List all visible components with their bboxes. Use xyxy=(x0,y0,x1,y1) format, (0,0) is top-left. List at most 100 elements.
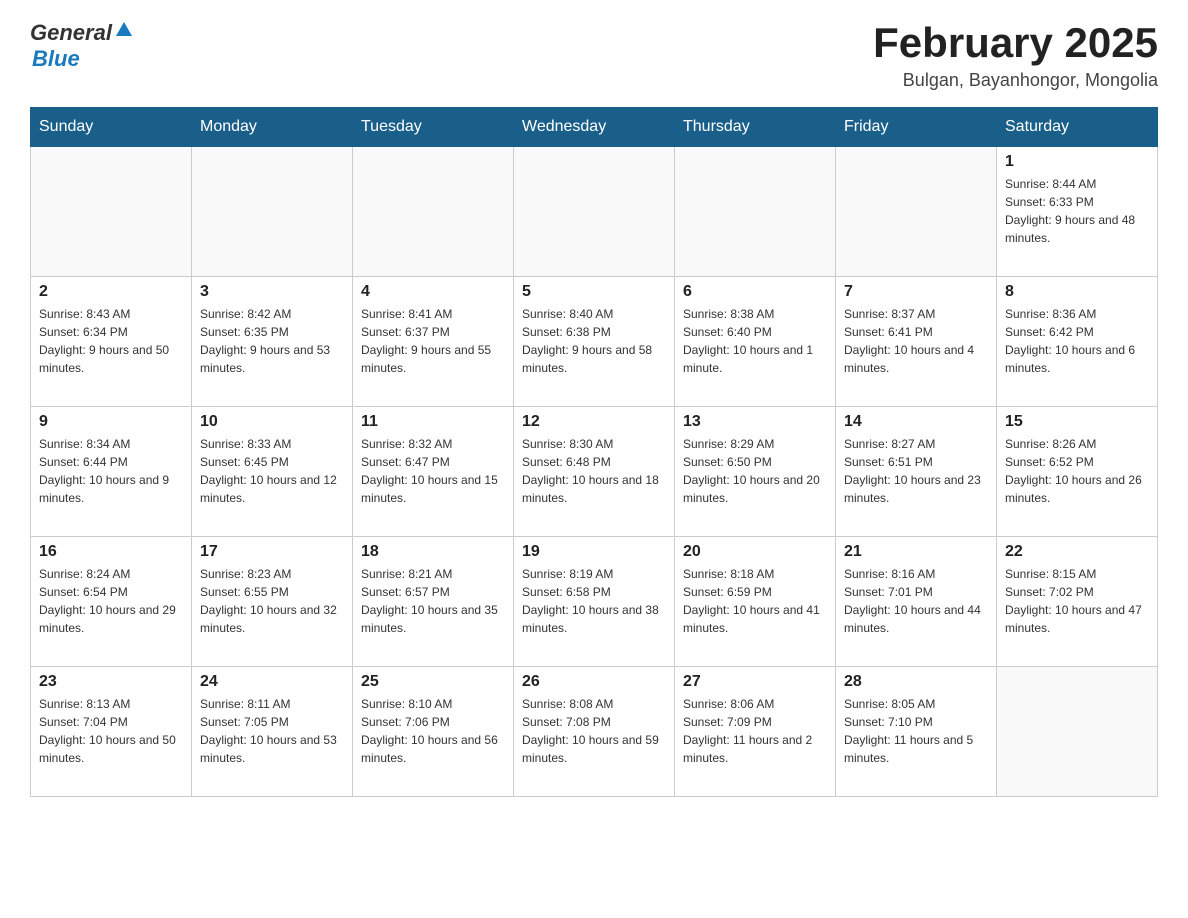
day-number: 12 xyxy=(522,413,666,431)
day-number: 17 xyxy=(200,543,344,561)
day-info: Sunrise: 8:16 AM Sunset: 7:01 PM Dayligh… xyxy=(844,565,988,637)
calendar-cell: 6 Sunrise: 8:38 AM Sunset: 6:40 PM Daylig… xyxy=(675,277,836,407)
calendar-cell xyxy=(353,147,514,277)
calendar-cell: 19Sunrise: 8:19 AM Sunset: 6:58 PM Dayli… xyxy=(514,537,675,667)
weekday-header-saturday: Saturday xyxy=(997,108,1158,147)
day-number: 25 xyxy=(361,673,505,691)
day-info: Sunrise: 8:15 AM Sunset: 7:02 PM Dayligh… xyxy=(1005,565,1149,637)
day-number: 24 xyxy=(200,673,344,691)
weekday-header-row: SundayMondayTuesdayWednesdayThursdayFrid… xyxy=(31,108,1158,147)
day-info: Sunrise: 8:38 AM Sunset: 6:40 PM Dayligh… xyxy=(683,305,827,377)
day-number: 13 xyxy=(683,413,827,431)
logo-triangle-icon xyxy=(115,20,133,43)
day-info: Sunrise: 8:32 AM Sunset: 6:47 PM Dayligh… xyxy=(361,435,505,507)
calendar-cell xyxy=(675,147,836,277)
weekday-header-thursday: Thursday xyxy=(675,108,836,147)
day-info: Sunrise: 8:08 AM Sunset: 7:08 PM Dayligh… xyxy=(522,695,666,767)
calendar-table: SundayMondayTuesdayWednesdayThursdayFrid… xyxy=(30,107,1158,797)
day-info: Sunrise: 8:11 AM Sunset: 7:05 PM Dayligh… xyxy=(200,695,344,767)
day-number: 1 xyxy=(1005,153,1149,171)
calendar-cell: 18Sunrise: 8:21 AM Sunset: 6:57 PM Dayli… xyxy=(353,537,514,667)
day-number: 23 xyxy=(39,673,183,691)
calendar-cell: 7 Sunrise: 8:37 AM Sunset: 6:41 PM Daylig… xyxy=(836,277,997,407)
logo-blue-text: Blue xyxy=(32,46,80,72)
day-info: Sunrise: 8:42 AM Sunset: 6:35 PM Dayligh… xyxy=(200,305,344,377)
day-number: 10 xyxy=(200,413,344,431)
day-info: Sunrise: 8:13 AM Sunset: 7:04 PM Dayligh… xyxy=(39,695,183,767)
day-number: 19 xyxy=(522,543,666,561)
day-info: Sunrise: 8:24 AM Sunset: 6:54 PM Dayligh… xyxy=(39,565,183,637)
logo-general-text: General xyxy=(30,20,112,46)
calendar-cell: 20Sunrise: 8:18 AM Sunset: 6:59 PM Dayli… xyxy=(675,537,836,667)
day-info: Sunrise: 8:41 AM Sunset: 6:37 PM Dayligh… xyxy=(361,305,505,377)
calendar-cell: 12 Sunrise: 8:30 AM Sunset: 6:48 PM Dayli… xyxy=(514,407,675,537)
calendar-title: February 2025 xyxy=(873,20,1158,66)
calendar-cell: 16 Sunrise: 8:24 AM Sunset: 6:54 PM Dayli… xyxy=(31,537,192,667)
calendar-cell: 26 Sunrise: 8:08 AM Sunset: 7:08 PM Dayli… xyxy=(514,667,675,797)
calendar-cell: 28 Sunrise: 8:05 AM Sunset: 7:10 PM Dayli… xyxy=(836,667,997,797)
header: General Blue February 2025 Bulgan, Bayan… xyxy=(30,20,1158,91)
calendar-cell: 24 Sunrise: 8:11 AM Sunset: 7:05 PM Dayli… xyxy=(192,667,353,797)
calendar-cell: 11 Sunrise: 8:32 AM Sunset: 6:47 PM Dayli… xyxy=(353,407,514,537)
calendar-cell xyxy=(836,147,997,277)
logo: General Blue xyxy=(30,20,133,72)
day-number: 20 xyxy=(683,543,827,561)
day-info: Sunrise: 8:34 AM Sunset: 6:44 PM Dayligh… xyxy=(39,435,183,507)
day-number: 4 xyxy=(361,283,505,301)
day-info: Sunrise: 8:06 AM Sunset: 7:09 PM Dayligh… xyxy=(683,695,827,767)
calendar-week-1: 1 Sunrise: 8:44 AM Sunset: 6:33 PM Daylig… xyxy=(31,147,1158,277)
day-number: 6 xyxy=(683,283,827,301)
calendar-cell: 17 Sunrise: 8:23 AM Sunset: 6:55 PM Dayli… xyxy=(192,537,353,667)
calendar-cell: 25Sunrise: 8:10 AM Sunset: 7:06 PM Dayli… xyxy=(353,667,514,797)
day-number: 2 xyxy=(39,283,183,301)
calendar-week-5: 23 Sunrise: 8:13 AM Sunset: 7:04 PM Dayli… xyxy=(31,667,1158,797)
weekday-header-monday: Monday xyxy=(192,108,353,147)
day-number: 5 xyxy=(522,283,666,301)
calendar-subtitle: Bulgan, Bayanhongor, Mongolia xyxy=(873,70,1158,91)
day-info: Sunrise: 8:23 AM Sunset: 6:55 PM Dayligh… xyxy=(200,565,344,637)
calendar-cell: 5 Sunrise: 8:40 AM Sunset: 6:38 PM Daylig… xyxy=(514,277,675,407)
day-info: Sunrise: 8:37 AM Sunset: 6:41 PM Dayligh… xyxy=(844,305,988,377)
calendar-cell: 15Sunrise: 8:26 AM Sunset: 6:52 PM Dayli… xyxy=(997,407,1158,537)
calendar-cell xyxy=(31,147,192,277)
calendar-cell: 13 Sunrise: 8:29 AM Sunset: 6:50 PM Dayli… xyxy=(675,407,836,537)
calendar-cell: 10Sunrise: 8:33 AM Sunset: 6:45 PM Dayli… xyxy=(192,407,353,537)
calendar-cell: 2Sunrise: 8:43 AM Sunset: 6:34 PM Daylig… xyxy=(31,277,192,407)
weekday-header-sunday: Sunday xyxy=(31,108,192,147)
calendar-week-2: 2Sunrise: 8:43 AM Sunset: 6:34 PM Daylig… xyxy=(31,277,1158,407)
day-number: 14 xyxy=(844,413,988,431)
day-number: 8 xyxy=(1005,283,1149,301)
weekday-header-wednesday: Wednesday xyxy=(514,108,675,147)
day-number: 21 xyxy=(844,543,988,561)
weekday-header-tuesday: Tuesday xyxy=(353,108,514,147)
day-info: Sunrise: 8:36 AM Sunset: 6:42 PM Dayligh… xyxy=(1005,305,1149,377)
day-info: Sunrise: 8:44 AM Sunset: 6:33 PM Dayligh… xyxy=(1005,175,1149,247)
calendar-cell: 9 Sunrise: 8:34 AM Sunset: 6:44 PM Daylig… xyxy=(31,407,192,537)
calendar-cell: 4 Sunrise: 8:41 AM Sunset: 6:37 PM Daylig… xyxy=(353,277,514,407)
day-number: 27 xyxy=(683,673,827,691)
day-info: Sunrise: 8:30 AM Sunset: 6:48 PM Dayligh… xyxy=(522,435,666,507)
calendar-cell: 27 Sunrise: 8:06 AM Sunset: 7:09 PM Dayli… xyxy=(675,667,836,797)
calendar-cell: 21 Sunrise: 8:16 AM Sunset: 7:01 PM Dayli… xyxy=(836,537,997,667)
day-info: Sunrise: 8:26 AM Sunset: 6:52 PM Dayligh… xyxy=(1005,435,1149,507)
day-number: 26 xyxy=(522,673,666,691)
calendar-week-3: 9 Sunrise: 8:34 AM Sunset: 6:44 PM Daylig… xyxy=(31,407,1158,537)
title-area: February 2025 Bulgan, Bayanhongor, Mongo… xyxy=(873,20,1158,91)
day-info: Sunrise: 8:27 AM Sunset: 6:51 PM Dayligh… xyxy=(844,435,988,507)
calendar-cell xyxy=(997,667,1158,797)
day-info: Sunrise: 8:40 AM Sunset: 6:38 PM Dayligh… xyxy=(522,305,666,377)
day-info: Sunrise: 8:05 AM Sunset: 7:10 PM Dayligh… xyxy=(844,695,988,767)
calendar-cell xyxy=(514,147,675,277)
calendar-cell: 23 Sunrise: 8:13 AM Sunset: 7:04 PM Dayli… xyxy=(31,667,192,797)
calendar-cell: 8 Sunrise: 8:36 AM Sunset: 6:42 PM Daylig… xyxy=(997,277,1158,407)
day-number: 11 xyxy=(361,413,505,431)
day-number: 9 xyxy=(39,413,183,431)
calendar-cell: 22Sunrise: 8:15 AM Sunset: 7:02 PM Dayli… xyxy=(997,537,1158,667)
day-number: 7 xyxy=(844,283,988,301)
calendar-week-4: 16 Sunrise: 8:24 AM Sunset: 6:54 PM Dayli… xyxy=(31,537,1158,667)
day-info: Sunrise: 8:29 AM Sunset: 6:50 PM Dayligh… xyxy=(683,435,827,507)
day-number: 28 xyxy=(844,673,988,691)
weekday-header-friday: Friday xyxy=(836,108,997,147)
calendar-cell xyxy=(192,147,353,277)
day-number: 16 xyxy=(39,543,183,561)
